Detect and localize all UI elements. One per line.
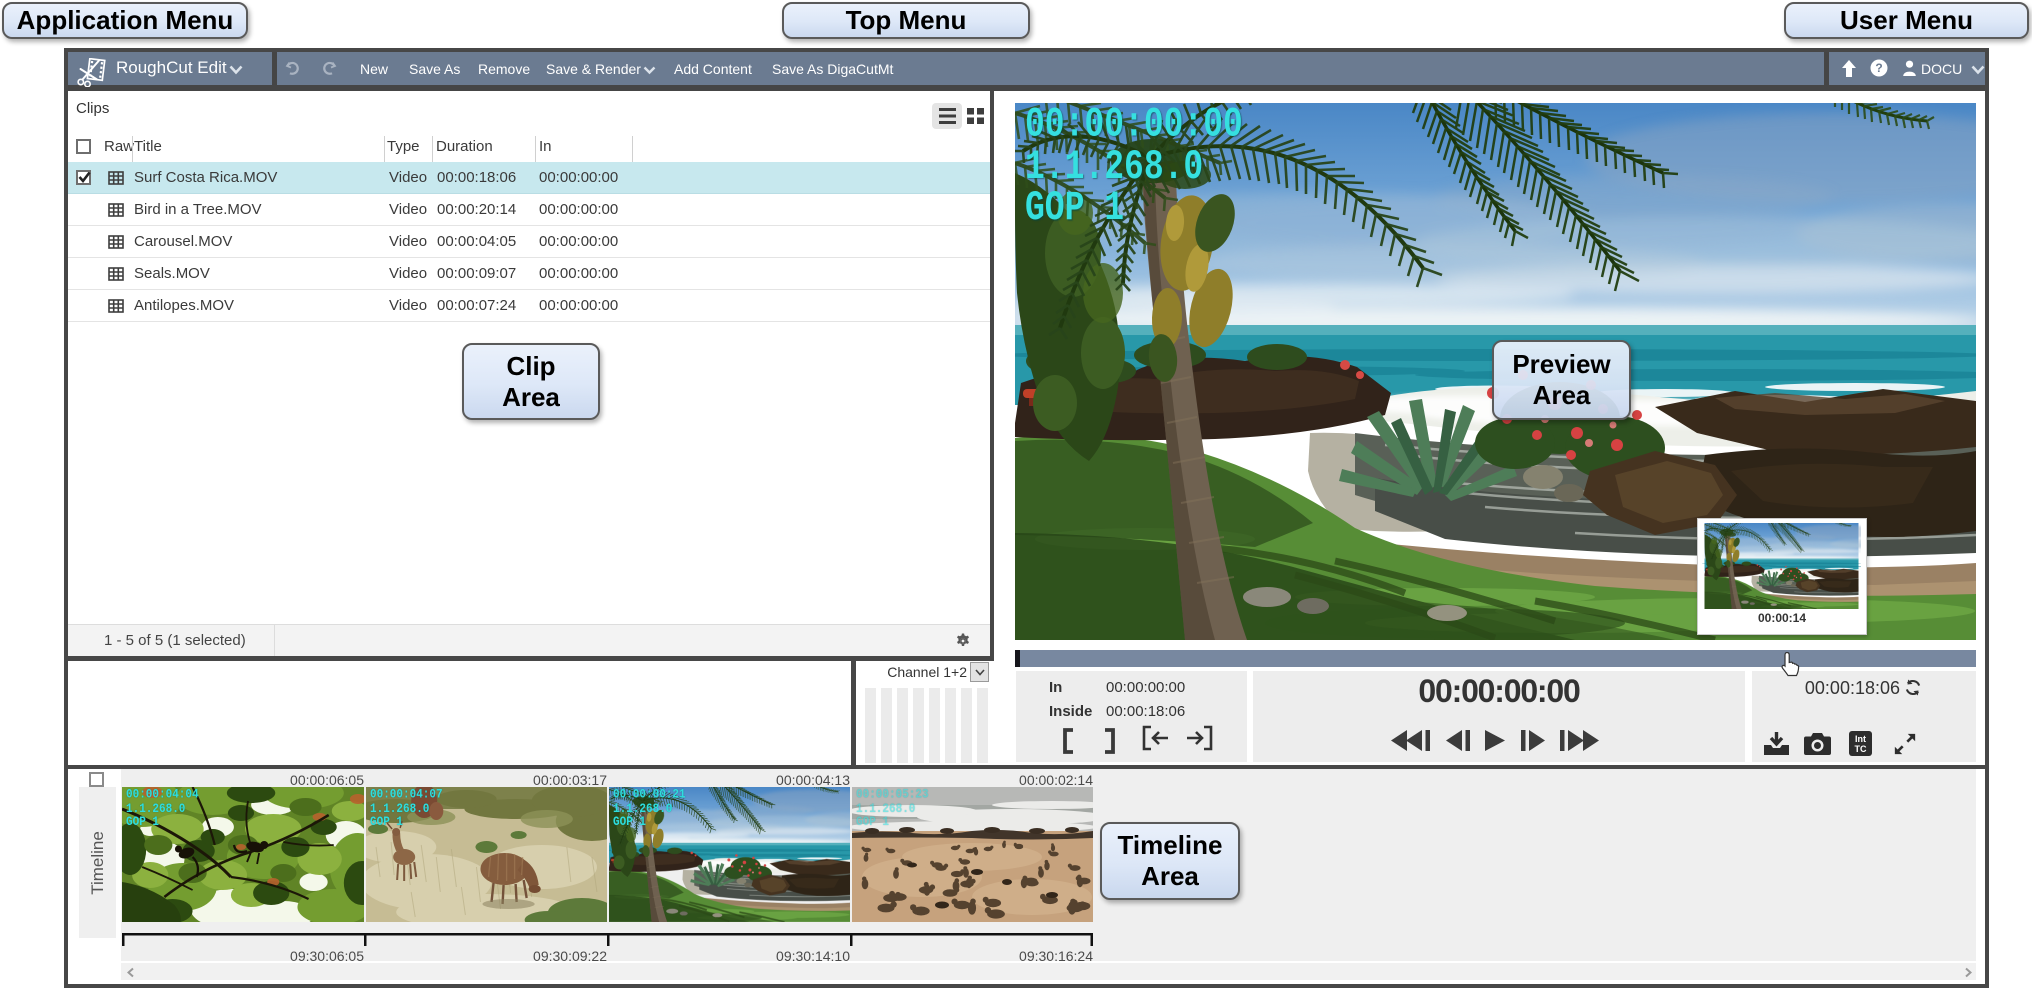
svg-text:?: ? [1875, 61, 1882, 75]
